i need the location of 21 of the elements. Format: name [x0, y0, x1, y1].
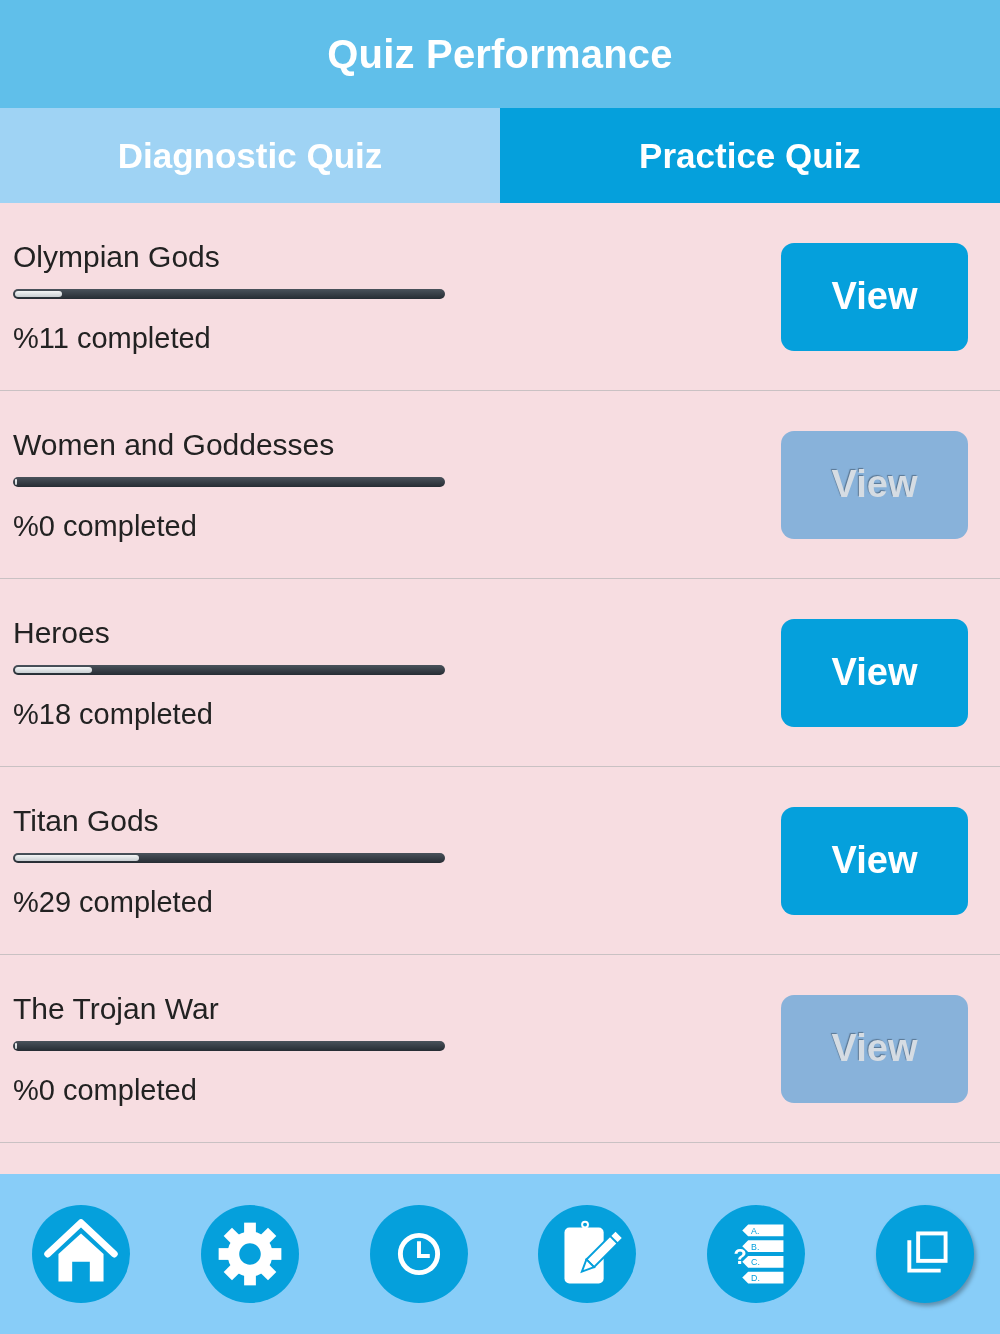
quiz-title: Olympian Gods	[13, 238, 220, 275]
home-icon[interactable]	[32, 1205, 130, 1303]
quiz-title: Titan Gods	[13, 802, 159, 839]
view-button[interactable]: View	[781, 806, 968, 915]
settings-icon[interactable]	[200, 1205, 299, 1303]
quiz-title: Heroes	[13, 614, 110, 651]
quiz-title: The Trojan War	[13, 990, 219, 1027]
copy-icon[interactable]	[876, 1205, 974, 1303]
progress-reading: %0 completed	[13, 1072, 197, 1107]
progress-reading: %0 completed	[13, 508, 197, 543]
view-button[interactable]: View	[781, 242, 968, 351]
clipboard-pencil-icon[interactable]	[538, 1205, 637, 1303]
clock-icon[interactable]	[369, 1205, 468, 1303]
progress-reading: %18 completed	[13, 696, 213, 731]
view-button[interactable]: View	[781, 618, 968, 727]
progress-reading: %11 completed	[13, 320, 211, 355]
progress-reading: %29 completed	[13, 884, 213, 919]
page-title: Quiz Performance	[327, 31, 673, 77]
tab[interactable]: Diagnostic Quiz	[0, 108, 500, 203]
quiz-title: Women and Goddesses	[13, 426, 335, 463]
tab[interactable]: Practice Quiz	[500, 108, 1000, 203]
